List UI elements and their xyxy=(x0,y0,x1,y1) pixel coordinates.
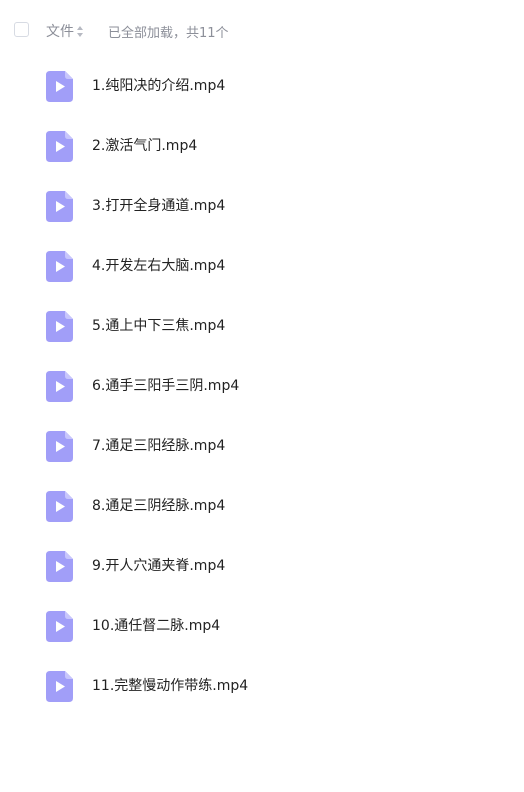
video-file-icon xyxy=(46,491,73,522)
sort-icon[interactable] xyxy=(77,25,83,37)
file-name[interactable]: 11.完整慢动作带练.mp4 xyxy=(92,677,248,695)
file-row[interactable]: 7.通足三阳经脉.mp4 xyxy=(0,416,524,476)
file-name[interactable]: 4.开发左右大脑.mp4 xyxy=(92,257,225,275)
file-row[interactable]: 2.激活气门.mp4 xyxy=(0,116,524,176)
video-file-icon xyxy=(46,311,73,342)
file-row[interactable]: 11.完整慢动作带练.mp4 xyxy=(0,656,524,716)
file-name[interactable]: 2.激活气门.mp4 xyxy=(92,137,197,155)
file-row[interactable]: 4.开发左右大脑.mp4 xyxy=(0,236,524,296)
file-name[interactable]: 5.通上中下三焦.mp4 xyxy=(92,317,225,335)
file-name[interactable]: 6.通手三阳手三阴.mp4 xyxy=(92,377,239,395)
file-row[interactable]: 3.打开全身通道.mp4 xyxy=(0,176,524,236)
file-row[interactable]: 8.通足三阴经脉.mp4 xyxy=(0,476,524,536)
file-column-header[interactable]: 文件 xyxy=(46,21,83,41)
file-row[interactable]: 1.纯阳决的介绍.mp4 xyxy=(0,56,524,116)
file-name[interactable]: 10.通任督二脉.mp4 xyxy=(92,617,220,635)
file-name[interactable]: 8.通足三阴经脉.mp4 xyxy=(92,497,225,515)
file-name[interactable]: 7.通足三阳经脉.mp4 xyxy=(92,437,225,455)
file-column-label: 文件 xyxy=(46,24,74,40)
video-file-icon xyxy=(46,131,73,162)
file-row[interactable]: 6.通手三阳手三阴.mp4 xyxy=(0,356,524,416)
file-row[interactable]: 5.通上中下三焦.mp4 xyxy=(0,296,524,356)
video-file-icon xyxy=(46,251,73,282)
video-file-icon xyxy=(46,71,73,102)
file-name[interactable]: 3.打开全身通道.mp4 xyxy=(92,197,225,215)
file-row[interactable]: 9.开人穴通夹脊.mp4 xyxy=(0,536,524,596)
video-file-icon xyxy=(46,371,73,402)
video-file-icon xyxy=(46,671,73,702)
video-file-icon xyxy=(46,431,73,462)
file-name[interactable]: 1.纯阳决的介绍.mp4 xyxy=(92,77,225,95)
video-file-icon xyxy=(46,551,73,582)
video-file-icon xyxy=(46,611,73,642)
file-list-header: 文件 已全部加载，共11个 xyxy=(0,14,524,48)
file-row[interactable]: 10.通任督二脉.mp4 xyxy=(0,596,524,656)
file-list: 1.纯阳决的介绍.mp4 2.激活气门.mp4 3.打开全身通道.mp4 4.开… xyxy=(0,56,524,716)
video-file-icon xyxy=(46,191,73,222)
load-status-text: 已全部加载，共11个 xyxy=(108,26,229,41)
select-all-checkbox[interactable] xyxy=(14,22,29,37)
file-name[interactable]: 9.开人穴通夹脊.mp4 xyxy=(92,557,225,575)
